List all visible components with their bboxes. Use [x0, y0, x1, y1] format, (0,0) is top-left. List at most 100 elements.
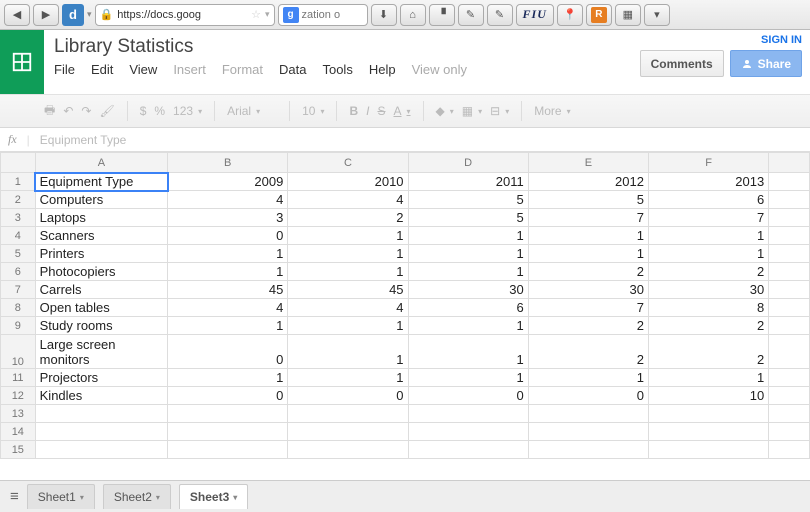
cell[interactable]: 1: [168, 263, 288, 281]
tab-sheet3[interactable]: Sheet3▾: [179, 484, 248, 509]
cell[interactable]: 5: [528, 191, 648, 209]
cell[interactable]: Open tables: [35, 299, 167, 317]
signin-link[interactable]: SIGN IN: [761, 34, 802, 46]
cell[interactable]: 45: [168, 281, 288, 299]
cell[interactable]: 45: [288, 281, 408, 299]
url-field[interactable]: 🔒 https://docs.goog ☆ ▾: [95, 4, 275, 26]
cell[interactable]: [528, 405, 648, 423]
cell[interactable]: 1: [408, 317, 528, 335]
grid-button[interactable]: ▦: [615, 4, 641, 26]
cell[interactable]: 1: [648, 369, 768, 387]
cell[interactable]: 2: [528, 263, 648, 281]
menu-file[interactable]: File: [54, 62, 75, 77]
row-header[interactable]: 14: [1, 423, 36, 441]
borders-button[interactable]: ▦: [462, 104, 482, 118]
cell[interactable]: 1: [528, 227, 648, 245]
cell[interactable]: Study rooms: [35, 317, 167, 335]
row-header[interactable]: 9: [1, 317, 36, 335]
cell[interactable]: 2012: [528, 173, 648, 191]
cell[interactable]: 1: [168, 245, 288, 263]
cell[interactable]: 1: [408, 245, 528, 263]
cell[interactable]: 1: [648, 245, 768, 263]
eyedropper2-button[interactable]: ✎: [487, 4, 513, 26]
tab-sheet2[interactable]: Sheet2▾: [103, 484, 171, 509]
pin-button[interactable]: 📍: [557, 4, 583, 26]
cell[interactable]: 30: [408, 281, 528, 299]
fontsize-select[interactable]: 10: [302, 104, 324, 118]
forward-button[interactable]: ▶: [33, 4, 59, 26]
cell[interactable]: [408, 423, 528, 441]
paint-button[interactable]: 🖌: [99, 104, 114, 118]
cell[interactable]: 7: [528, 299, 648, 317]
cell[interactable]: [528, 441, 648, 459]
cell[interactable]: 2: [648, 335, 768, 369]
print-button[interactable]: 🖶: [44, 101, 55, 122]
cell[interactable]: Laptops: [35, 209, 167, 227]
download-button[interactable]: ⬇: [371, 4, 397, 26]
cell[interactable]: [35, 423, 167, 441]
menu-help[interactable]: Help: [369, 62, 396, 77]
numfmt-button[interactable]: 123: [173, 104, 202, 118]
cell[interactable]: [168, 423, 288, 441]
cell[interactable]: 1: [288, 335, 408, 369]
cell[interactable]: Carrels: [35, 281, 167, 299]
cell[interactable]: [168, 441, 288, 459]
cell[interactable]: 7: [528, 209, 648, 227]
delicious-icon[interactable]: d: [62, 4, 84, 26]
cell[interactable]: 6: [648, 191, 768, 209]
home-button[interactable]: ⌂: [400, 4, 426, 26]
cell[interactable]: 1: [288, 263, 408, 281]
font-select[interactable]: Arial: [227, 104, 277, 118]
cell[interactable]: 0: [168, 227, 288, 245]
cell[interactable]: [168, 405, 288, 423]
cell[interactable]: 4: [288, 299, 408, 317]
row-header[interactable]: 13: [1, 405, 36, 423]
cell[interactable]: 4: [288, 191, 408, 209]
cell[interactable]: 0: [408, 387, 528, 405]
cell[interactable]: 4: [168, 299, 288, 317]
currency-button[interactable]: $: [140, 104, 147, 118]
row-header[interactable]: 11: [1, 369, 36, 387]
cell[interactable]: [288, 423, 408, 441]
fiu-button[interactable]: FIU: [516, 4, 554, 26]
undo-button[interactable]: ↶: [63, 104, 73, 118]
cell[interactable]: [648, 441, 768, 459]
cell[interactable]: 6: [408, 299, 528, 317]
cell[interactable]: 2011: [408, 173, 528, 191]
cell[interactable]: [288, 405, 408, 423]
cell[interactable]: Equipment Type: [35, 173, 167, 191]
merge-button[interactable]: ⊟: [490, 104, 509, 118]
row-header[interactable]: 10: [1, 335, 36, 369]
column-header[interactable]: C: [288, 153, 408, 173]
menu-view[interactable]: View: [129, 62, 157, 77]
cell[interactable]: 2013: [648, 173, 768, 191]
italic-button[interactable]: I: [366, 104, 369, 118]
row-header[interactable]: 15: [1, 441, 36, 459]
cell[interactable]: 1: [288, 245, 408, 263]
cell[interactable]: 1: [288, 369, 408, 387]
cell[interactable]: 5: [408, 191, 528, 209]
spreadsheet-grid[interactable]: ABCDEF1Equipment Type2009201020112012201…: [0, 152, 810, 459]
percent-button[interactable]: %: [154, 104, 165, 118]
cell[interactable]: 2: [648, 263, 768, 281]
cell[interactable]: 1: [168, 317, 288, 335]
cell[interactable]: Photocopiers: [35, 263, 167, 281]
app-button[interactable]: R: [586, 4, 612, 26]
cell[interactable]: 2: [528, 317, 648, 335]
cell[interactable]: 1: [408, 335, 528, 369]
star-icon[interactable]: ☆: [251, 8, 261, 21]
row-header[interactable]: 3: [1, 209, 36, 227]
cell[interactable]: [288, 441, 408, 459]
cell[interactable]: Scanners: [35, 227, 167, 245]
all-sheets-button[interactable]: ≡: [10, 488, 19, 505]
cell[interactable]: 1: [528, 369, 648, 387]
more-button[interactable]: More: [534, 104, 570, 118]
cell[interactable]: 5: [408, 209, 528, 227]
redo-button[interactable]: ↷: [81, 104, 91, 118]
cell[interactable]: 1: [168, 369, 288, 387]
textcolor-button[interactable]: A: [394, 104, 411, 118]
row-header[interactable]: 4: [1, 227, 36, 245]
cell[interactable]: Computers: [35, 191, 167, 209]
menu-tools[interactable]: Tools: [322, 62, 352, 77]
cell[interactable]: [35, 405, 167, 423]
